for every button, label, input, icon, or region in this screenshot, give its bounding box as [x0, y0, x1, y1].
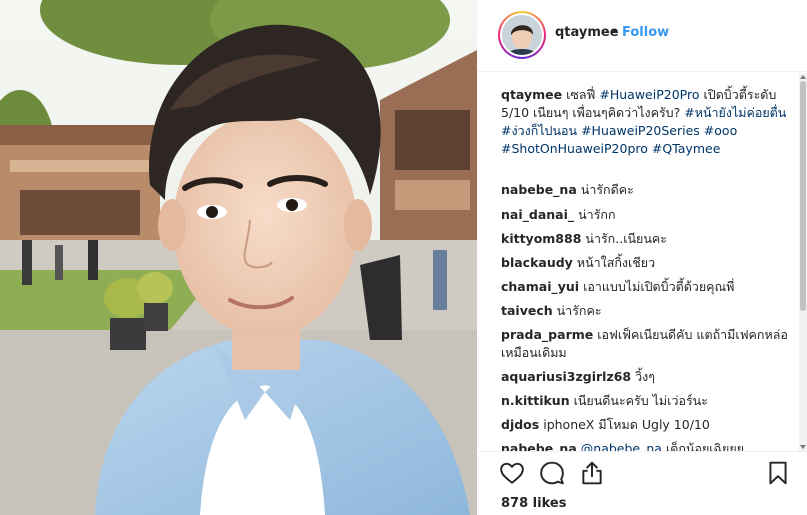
list-item: kittyom888 น่ารัก..เนียนคะ — [501, 230, 791, 248]
follow-button[interactable]: Follow — [622, 25, 669, 40]
comment-username[interactable]: aquariusi3zgirlz68 — [501, 369, 631, 384]
comment-text: เด็กน้อยเฉิยยย — [665, 441, 745, 451]
avatar[interactable] — [498, 11, 546, 59]
bookmark-icon — [769, 461, 787, 485]
comment-username[interactable]: prada_parme — [501, 327, 593, 342]
comment-username[interactable]: taivech — [501, 303, 553, 318]
comment-text: น่ารักคะ — [556, 303, 602, 318]
comment-text: น่ารักก — [578, 207, 616, 222]
comment-username[interactable]: n.kittikun — [501, 393, 570, 408]
share-icon — [582, 461, 602, 485]
hashtag-link[interactable]: #ง่วงก็ไปนอน — [501, 123, 577, 138]
comment-username[interactable]: nabebe_na — [501, 182, 577, 197]
comment-username[interactable]: blackaudy — [501, 255, 573, 270]
comment-text: น่ารัก..เนียนคะ — [585, 231, 667, 246]
scroll-up-arrow-icon[interactable] — [800, 75, 806, 79]
post-side-panel: qtaymee • Follow qtaymee เซลฟี่ #HuaweiP2… — [477, 0, 807, 515]
list-item: n.kittikun เนียนดีนะครับ ไม่เว่อร์นะ — [501, 392, 791, 410]
comment-username[interactable]: nabebe_na — [501, 441, 577, 451]
list-item: taivech น่ารักคะ — [501, 302, 791, 320]
like-button[interactable] — [499, 460, 529, 490]
list-item: aquariusi3zgirlz68 วิ้งๆ — [501, 368, 791, 386]
comments-scrollbar[interactable] — [799, 73, 807, 451]
header-username[interactable]: qtaymee — [555, 25, 619, 40]
comment-text: เอาแบบไม่เปิดบิ้วตี้ด้วยคุณพี่ — [583, 279, 735, 294]
scroll-down-arrow-icon[interactable] — [800, 445, 806, 449]
action-bar: 878 likes — [477, 451, 807, 515]
comment-username[interactable]: djdos — [501, 417, 539, 432]
avatar-frame — [500, 13, 544, 57]
comments-list[interactable]: qtaymee เซลฟี่ #HuaweiP20Pro เปิดบิ้วตี้ร… — [477, 73, 799, 451]
scrollbar-thumb[interactable] — [800, 81, 806, 311]
list-item: prada_parme เอฟเฟ็คเนียนดีคับ แตถ้ามีเฟคก… — [501, 326, 791, 362]
list-item: nai_danai_ น่ารักก — [501, 206, 791, 224]
comment-text: หน้าใสกิ้งเชียว — [576, 255, 656, 270]
hashtag-link[interactable]: #QTaymee — [652, 141, 721, 156]
avatar-image — [502, 15, 542, 55]
comment-text: น่ารักดีคะ — [580, 182, 634, 197]
comment-username[interactable]: nai_danai_ — [501, 207, 574, 222]
save-button[interactable] — [765, 460, 795, 490]
heart-icon — [500, 462, 524, 484]
caption-username[interactable]: qtaymee — [501, 87, 562, 102]
hashtag-link[interactable]: #ooo — [704, 123, 737, 138]
share-button[interactable] — [579, 460, 609, 490]
post-header: qtaymee • Follow — [477, 0, 807, 72]
list-item: nabebe_na @nabebe_na เด็กน้อยเฉิยยย — [501, 440, 791, 451]
list-item: nabebe_na น่ารักดีคะ — [501, 181, 791, 199]
post-photo[interactable] — [0, 0, 477, 515]
list-item: djdos iphoneX มีโหมด Ugly 10/10 — [501, 416, 791, 434]
comment-button[interactable] — [539, 460, 569, 490]
mention-link[interactable]: @nabebe_na — [581, 441, 662, 451]
likes-count[interactable]: 878 likes — [501, 496, 566, 511]
caption: qtaymee เซลฟี่ #HuaweiP20Pro เปิดบิ้วตี้ร… — [501, 86, 791, 158]
comment-text: iphoneX มีโหมด Ugly 10/10 — [543, 417, 710, 432]
comment-username[interactable]: chamai_yui — [501, 279, 579, 294]
comment-username[interactable]: kittyom888 — [501, 231, 581, 246]
hashtag-link[interactable]: #ShotOnHuaweiP20pro — [501, 141, 648, 156]
speech-bubble-icon — [540, 461, 564, 485]
caption-text: เซลฟี่ — [566, 87, 596, 102]
comment-text: เนียนดีนะครับ ไม่เว่อร์นะ — [573, 393, 708, 408]
hashtag-link[interactable]: #HuaweiP20Pro — [599, 87, 699, 102]
comment-text: วิ้งๆ — [635, 369, 655, 384]
hashtag-link[interactable]: #หน้ายังไม่ค่อยตื่น — [684, 105, 786, 120]
list-item: chamai_yui เอาแบบไม่เปิดบิ้วตี้ด้วยคุณพี่ — [501, 278, 791, 296]
hashtag-link[interactable]: #HuaweiP20Series — [581, 123, 700, 138]
header-separator: • — [611, 25, 619, 40]
list-item: blackaudy หน้าใสกิ้งเชียว — [501, 254, 791, 272]
selfie-image — [0, 0, 477, 515]
